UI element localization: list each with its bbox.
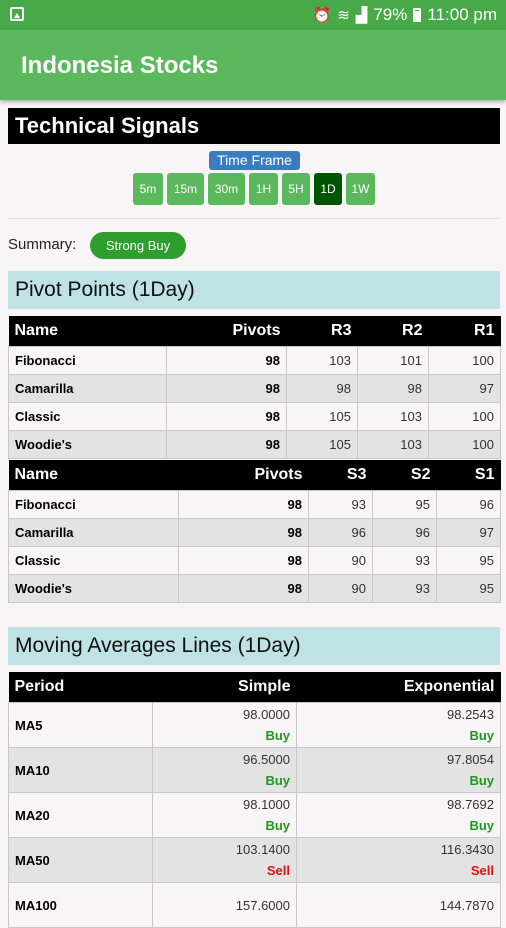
col-r1: R1 xyxy=(428,316,501,347)
col-s3: S3 xyxy=(308,460,373,491)
col-period: Period xyxy=(8,672,153,703)
col-s1: S1 xyxy=(436,460,501,491)
pivot-points-heading: Pivot Points (1Day) xyxy=(8,271,500,309)
timeframe-5m-button[interactable]: 5m xyxy=(133,173,163,205)
table-row: MA20 98.1000 Buy 98.7692 Buy xyxy=(8,792,501,838)
clock: 11:00 pm xyxy=(427,5,497,24)
time-frame-label: Time Frame xyxy=(209,151,300,170)
timeframe-1w-button[interactable]: 1W xyxy=(346,173,375,205)
col-s2: S2 xyxy=(372,460,437,491)
app-title: Indonesia Stocks xyxy=(21,52,219,79)
col-name: Name xyxy=(8,460,179,491)
table-row: MA50 103.1400 Sell 116.3430 Sell xyxy=(8,837,501,883)
table-row: Woodie's 98 90 93 95 xyxy=(8,574,501,603)
signal-badge: Buy xyxy=(469,818,494,833)
battery-percent: 79% xyxy=(373,5,408,24)
app-bar: Indonesia Stocks xyxy=(0,30,506,100)
table-row: Camarilla 98 98 98 97 xyxy=(8,374,501,403)
timeframe-15m-button[interactable]: 15m xyxy=(167,173,204,205)
timeframe-5h-button[interactable]: 5H xyxy=(282,173,310,205)
col-simple: Simple xyxy=(152,672,297,703)
timeframe-30m-button[interactable]: 30m xyxy=(208,173,245,205)
table-row: Classic 98 105 103 100 xyxy=(8,402,501,431)
table-row: MA5 98.0000 Buy 98.2543 Buy xyxy=(8,702,501,748)
signal-badge: Buy xyxy=(469,728,494,743)
signal-icon: ▟ xyxy=(355,7,368,24)
col-exponential: Exponential xyxy=(296,672,501,703)
col-r3: R3 xyxy=(286,316,358,347)
summary-label: Summary: xyxy=(8,236,77,253)
table-row: Fibonacci 98 103 101 100 xyxy=(8,346,501,375)
status-bar: ⏰ ≋ ▟ 79% 11:00 pm xyxy=(0,0,506,30)
pivot-support-table: Name Pivots S3 S2 S1 Fibonacci 98 93 95 … xyxy=(8,460,501,603)
pivot-resistance-table: Name Pivots R3 R2 R1 Fibonacci 98 103 10… xyxy=(8,316,501,459)
table-row: Woodie's 98 105 103 100 xyxy=(8,430,501,459)
wifi-icon: ≋ xyxy=(337,7,350,24)
image-notification-icon xyxy=(10,7,24,21)
table-row: MA10 96.5000 Buy 97.8054 Buy xyxy=(8,747,501,793)
timeframe-1h-button[interactable]: 1H xyxy=(249,173,278,205)
divider xyxy=(8,218,500,219)
col-r2: R2 xyxy=(357,316,429,347)
col-name: Name xyxy=(8,316,167,347)
signal-badge: Buy xyxy=(265,728,290,743)
timeframe-1d-button[interactable]: 1D xyxy=(314,173,342,205)
technical-signals-heading: Technical Signals xyxy=(8,108,500,144)
col-pivots: Pivots xyxy=(178,460,309,491)
battery-icon xyxy=(413,8,422,22)
signal-badge: Buy xyxy=(469,773,494,788)
signal-badge: Buy xyxy=(265,773,290,788)
table-row: Classic 98 90 93 95 xyxy=(8,546,501,575)
signal-badge: Sell xyxy=(470,863,494,878)
alarm-icon: ⏰ xyxy=(312,7,332,24)
signal-badge: Sell xyxy=(266,863,290,878)
table-row: Camarilla 98 96 96 97 xyxy=(8,518,501,547)
moving-averages-heading: Moving Averages Lines (1Day) xyxy=(8,627,500,665)
summary-badge: Strong Buy xyxy=(90,232,186,259)
moving-averages-table: Period Simple Exponential MA5 98.0000 Buy… xyxy=(8,672,501,928)
table-row: Fibonacci 98 93 95 96 xyxy=(8,490,501,519)
signal-badge: Buy xyxy=(265,818,290,833)
table-row: MA100 157.6000 144.7870 xyxy=(8,882,501,928)
col-pivots: Pivots xyxy=(166,316,287,347)
